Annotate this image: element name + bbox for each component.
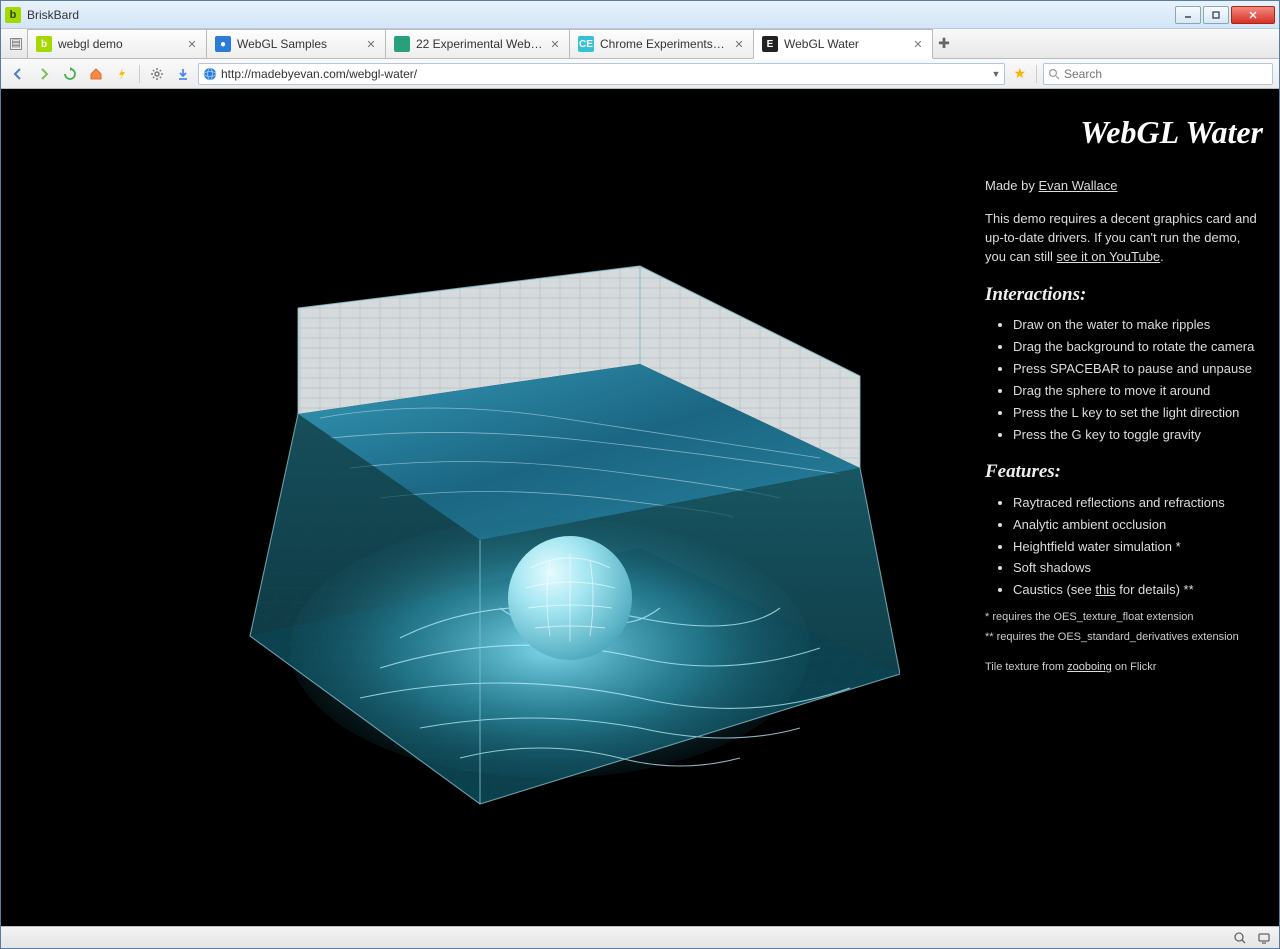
forward-button[interactable] [33, 63, 55, 85]
interactions-heading: Interactions: [985, 281, 1263, 309]
tab-favicon: E [762, 36, 778, 52]
tab-0[interactable]: b webgl demo ✕ [27, 29, 207, 58]
tab-close-icon[interactable]: ✕ [186, 38, 198, 50]
tab-favicon: ● [215, 36, 231, 52]
app-icon: b [5, 7, 21, 23]
tab-label: WebGL Water [784, 37, 906, 51]
author-link[interactable]: Evan Wallace [1038, 178, 1117, 193]
window-controls [1175, 6, 1275, 24]
list-item: Drag the sphere to move it around [1013, 382, 1263, 401]
status-screen-icon[interactable] [1257, 931, 1271, 945]
features-heading: Features: [985, 458, 1263, 486]
status-zoom-icon[interactable] [1233, 931, 1247, 945]
titlebar: b BriskBard [1, 1, 1279, 29]
tab-label: 22 Experimental WebGL D… [416, 37, 543, 51]
settings-button[interactable] [146, 63, 168, 85]
tab-label: webgl demo [58, 37, 180, 51]
tab-favicon [394, 36, 410, 52]
back-button[interactable] [7, 63, 29, 85]
home-button[interactable] [85, 63, 107, 85]
list-item: Soft shadows [1013, 559, 1263, 578]
tab-close-icon[interactable]: ✕ [733, 38, 745, 50]
address-bar[interactable]: ▼ [198, 63, 1005, 85]
list-item: Analytic ambient occlusion [1013, 516, 1263, 535]
tab-bar: ▤ b webgl demo ✕ ● WebGL Samples ✕ 22 Ex… [1, 29, 1279, 59]
list-item: Drag the background to rotate the camera [1013, 338, 1263, 357]
credit-link[interactable]: zooboing [1067, 661, 1112, 673]
bookmark-star-icon[interactable]: ★ [1009, 65, 1030, 82]
search-input[interactable] [1064, 67, 1268, 81]
download-button[interactable] [172, 63, 194, 85]
features-list: Raytraced reflections and refractions Ana… [985, 494, 1263, 600]
window-title: BriskBard [27, 8, 1175, 22]
tab-3[interactable]: CE Chrome Experiments - We… ✕ [569, 29, 754, 58]
reload-button[interactable] [59, 63, 81, 85]
list-item: Raytraced reflections and refractions [1013, 494, 1263, 513]
maximize-button[interactable] [1203, 6, 1229, 24]
tab-4[interactable]: E WebGL Water ✕ [753, 29, 933, 59]
url-input[interactable] [221, 67, 988, 81]
tab-close-icon[interactable]: ✕ [549, 38, 561, 50]
search-box[interactable] [1043, 63, 1273, 85]
list-item: Press the G key to toggle gravity [1013, 426, 1263, 445]
description: This demo requires a decent graphics car… [985, 210, 1263, 267]
tab-1[interactable]: ● WebGL Samples ✕ [206, 29, 386, 58]
tab-favicon: CE [578, 36, 594, 52]
minimize-button[interactable] [1175, 6, 1201, 24]
tab-label: Chrome Experiments - We… [600, 37, 727, 51]
close-button[interactable] [1231, 6, 1275, 24]
caustics-link[interactable]: this [1095, 582, 1115, 597]
footnote-2: ** requires the OES_standard_derivatives… [985, 630, 1263, 646]
add-tab-button[interactable]: ✚ [932, 29, 956, 58]
page-content: WebGL Water Made by Evan Wallace This de… [1, 89, 1279, 926]
toolbar-separator [139, 65, 140, 83]
credit: Tile texture from zooboing on Flickr [985, 660, 1263, 676]
tab-label: WebGL Samples [237, 37, 359, 51]
address-dropdown[interactable]: ▼ [992, 69, 1001, 79]
interactions-list: Draw on the water to make ripples Drag th… [985, 316, 1263, 444]
list-item: Draw on the water to make ripples [1013, 316, 1263, 335]
globe-icon [203, 67, 217, 81]
search-icon [1048, 68, 1060, 80]
toolbar-separator [1036, 65, 1037, 83]
footnote-1: * requires the OES_texture_float extensi… [985, 610, 1263, 626]
byline: Made by Evan Wallace [985, 177, 1263, 196]
page-info-panel: WebGL Water Made by Evan Wallace This de… [979, 89, 1279, 926]
toolbar: ▼ ★ [1, 59, 1279, 89]
page-title: WebGL Water [985, 109, 1263, 155]
list-item: Caustics (see this for details) ** [1013, 581, 1263, 600]
tab-close-icon[interactable]: ✕ [365, 38, 377, 50]
tab-favicon: b [36, 36, 52, 52]
list-item: Heightfield water simulation * [1013, 538, 1263, 557]
flash-icon[interactable] [111, 63, 133, 85]
tab-close-icon[interactable]: ✕ [912, 38, 924, 50]
list-item: Press SPACEBAR to pause and unpause [1013, 360, 1263, 379]
status-bar [1, 926, 1279, 948]
webgl-canvas[interactable] [1, 89, 979, 926]
new-tab-left[interactable]: ▤ [5, 29, 27, 58]
youtube-link[interactable]: see it on YouTube [1057, 249, 1161, 264]
browser-window: b BriskBard ▤ b webgl demo ✕ ● WebGL Sam… [0, 0, 1280, 949]
list-item: Press the L key to set the light directi… [1013, 404, 1263, 423]
tab-2[interactable]: 22 Experimental WebGL D… ✕ [385, 29, 570, 58]
